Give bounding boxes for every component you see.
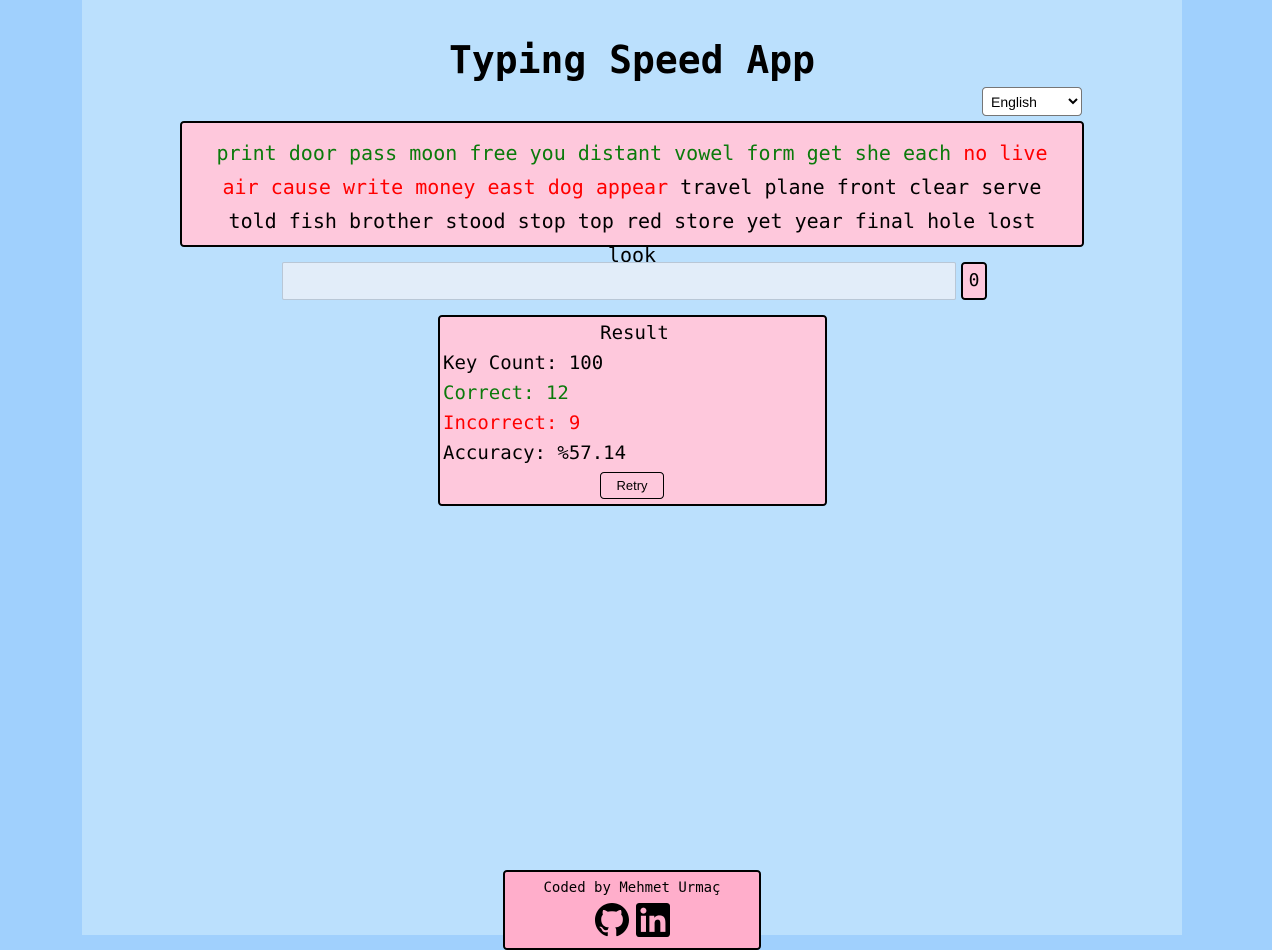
word-pending: brother [348, 209, 434, 233]
word-pending: stop [517, 209, 566, 233]
timer-display: 0 [961, 262, 987, 300]
word-correct: form [746, 141, 795, 165]
word-pending: year [794, 209, 843, 233]
word-pending: clear [909, 175, 970, 199]
word-pending: yet [746, 209, 783, 233]
word-pending: stood [445, 209, 506, 233]
word-pending: front [836, 175, 897, 199]
word-correct: pass [348, 141, 398, 165]
linkedin-icon[interactable] [636, 903, 670, 937]
language-select[interactable]: English [982, 87, 1082, 116]
accuracy-stat: Accuracy: %57.14 [443, 442, 627, 464]
result-title: Result [600, 322, 669, 344]
key-count-stat: Key Count: 100 [443, 352, 604, 374]
footer: Coded by Mehmet Urmaç [503, 870, 761, 950]
word-pending: final [854, 209, 916, 233]
word-pending: plane [764, 175, 825, 199]
page-title: Typing Speed App [448, 38, 816, 82]
word-correct: distant [577, 141, 663, 165]
retry-button[interactable]: Retry [600, 472, 664, 499]
word-incorrect: east [487, 175, 536, 199]
word-pending: top [577, 209, 614, 233]
word-pending: red [625, 209, 663, 233]
word-correct: each [902, 141, 952, 165]
words-display: print door pass moon free you distant vo… [180, 121, 1084, 267]
word-pending: travel [680, 175, 753, 199]
word-correct: print [216, 141, 277, 165]
word-incorrect: live [999, 141, 1048, 165]
result-panel: Result Key Count: 100 Correct: 12 Incorr… [438, 315, 827, 506]
word-incorrect: appear [595, 175, 669, 199]
word-incorrect: dog [547, 175, 584, 199]
word-correct: you [529, 141, 566, 165]
word-pending: told [228, 209, 277, 233]
word-correct: moon [409, 141, 458, 165]
typing-input[interactable] [282, 262, 956, 300]
word-pending: hole [927, 209, 976, 233]
github-icon[interactable] [595, 903, 629, 937]
word-pending: lost [987, 209, 1036, 233]
word-correct: free [469, 141, 518, 165]
word-correct: vowel [674, 141, 735, 165]
word-incorrect: air [222, 175, 259, 199]
incorrect-stat: Incorrect: 9 [443, 412, 581, 434]
word-incorrect: no [963, 141, 988, 165]
page-container: Typing Speed App English print door pass… [82, 0, 1182, 950]
word-incorrect: cause [270, 175, 331, 199]
word-incorrect: write [342, 175, 404, 199]
word-pending: store [674, 209, 735, 233]
word-correct: she [854, 141, 891, 165]
word-pending: fish [288, 209, 337, 233]
word-correct: door [288, 141, 337, 165]
word-correct: get [806, 141, 843, 165]
footer-credit: Coded by Mehmet Urmaç [543, 880, 721, 896]
word-incorrect: money [415, 175, 476, 199]
correct-stat: Correct: 12 [443, 382, 569, 404]
word-pending: serve [981, 175, 1042, 199]
